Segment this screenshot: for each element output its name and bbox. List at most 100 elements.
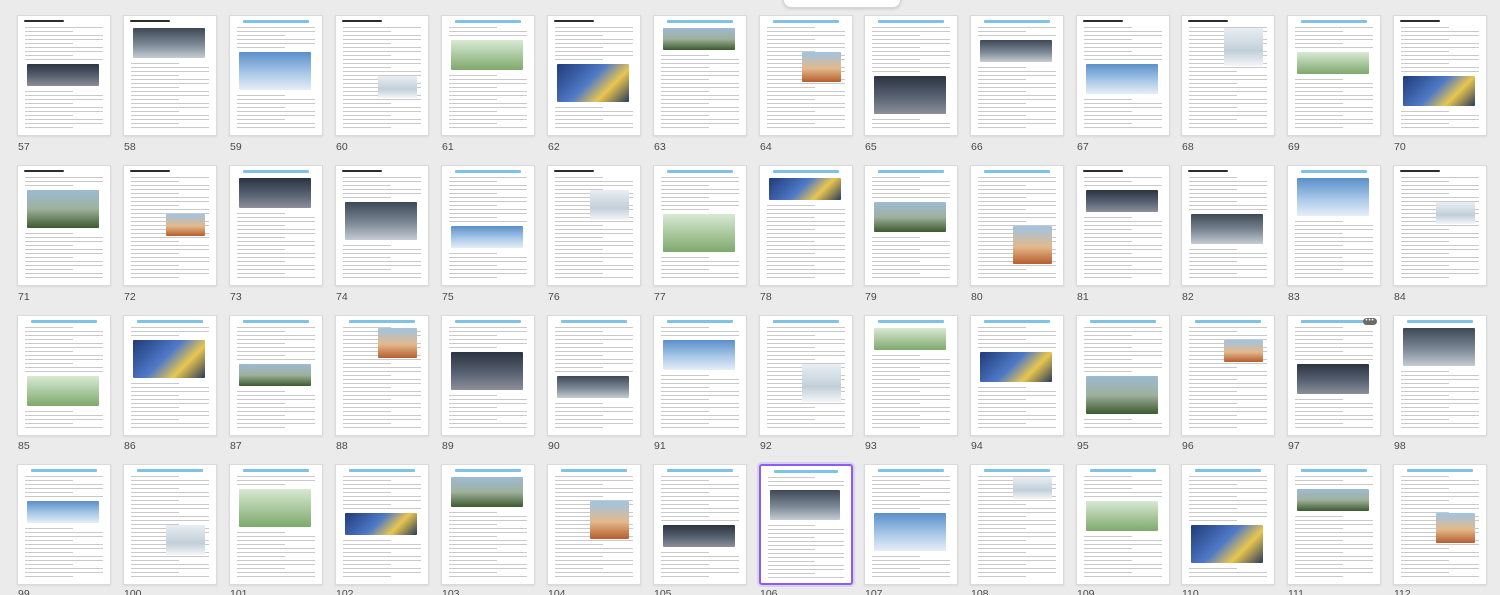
thumbnail-text-line: [978, 27, 1056, 28]
thumbnail-text-line: [1189, 67, 1267, 68]
thumbnail-heading: [454, 20, 522, 23]
page-thumbnail-67[interactable]: [1076, 15, 1170, 136]
page-thumbnail-110[interactable]: [1181, 464, 1275, 585]
page-thumbnail-92[interactable]: [759, 315, 853, 436]
page-thumbnail-72[interactable]: [123, 165, 217, 286]
thumbnail-text-line: [131, 423, 209, 424]
page-thumbnail-82[interactable]: [1181, 165, 1275, 286]
page-thumbnail-83[interactable]: [1287, 165, 1381, 286]
page-thumbnail-58[interactable]: [123, 15, 217, 136]
thumbnail-text-line: [872, 185, 950, 186]
thumbnail-text-line: [1084, 39, 1133, 40]
page-thumbnail-89[interactable]: [441, 315, 535, 436]
page-thumbnail-57[interactable]: [17, 15, 111, 136]
page-thumbnail-109[interactable]: [1076, 464, 1170, 585]
thumbnail-text-line: [872, 480, 950, 481]
page-thumbnail-100[interactable]: [123, 464, 217, 585]
thumbnail-text-line: [449, 221, 527, 222]
thumbnail-text-line: [1401, 277, 1450, 278]
page-thumbnail-70[interactable]: [1393, 15, 1487, 136]
page-thumbnail-69[interactable]: [1287, 15, 1381, 136]
page-thumbnail-63[interactable]: [653, 15, 747, 136]
page-thumbnail-71[interactable]: [17, 165, 111, 286]
page-thumbnail-101[interactable]: [229, 464, 323, 585]
page-thumbnail-97[interactable]: [1287, 315, 1381, 436]
page-thumbnail-104[interactable]: [547, 464, 641, 585]
thumbnail-text-line: [661, 127, 710, 128]
page-thumbnail-84[interactable]: [1393, 165, 1487, 286]
thumbnail-text-line: [1189, 419, 1267, 420]
thumbnail-text-line: [767, 43, 845, 44]
page-thumbnail-74[interactable]: [335, 165, 429, 286]
thumbnail-text-line: [768, 565, 844, 566]
thumbnail-text-line: [872, 391, 921, 392]
thumbnail-text-line: [1295, 265, 1373, 266]
page-thumbnail-99[interactable]: [17, 464, 111, 585]
page-thumbnail-68[interactable]: [1181, 15, 1275, 136]
thumbnail-text-line: [978, 387, 1027, 388]
thumbnail-image: [1013, 226, 1052, 264]
page-thumbnail-98[interactable]: [1393, 315, 1487, 436]
thumbnail-text-line: [1189, 512, 1267, 513]
thumbnail-text-line: [661, 399, 710, 400]
page-thumbnail-85[interactable]: [17, 315, 111, 436]
page-thumbnail-90[interactable]: [547, 315, 641, 436]
thumbnail-text-line: [872, 189, 921, 190]
page-thumbnail-102[interactable]: [335, 464, 429, 585]
page-thumbnail-65[interactable]: [864, 15, 958, 136]
page-thumbnail-64[interactable]: [759, 15, 853, 136]
thumbnail-heading: [983, 170, 1051, 173]
thumbnail-text-line: [767, 31, 845, 32]
thumbnail-text-line: [978, 71, 1056, 72]
thumbnail-text-line: [1295, 225, 1373, 226]
thumbnail-text-line: [1189, 209, 1267, 210]
page-thumbnail-91[interactable]: [653, 315, 747, 436]
floating-toolbar[interactable]: [783, 0, 901, 8]
thumbnail-text-line: [237, 257, 315, 258]
thumbnail-text-line: [25, 556, 103, 557]
page-thumbnail-88[interactable]: [335, 315, 429, 436]
thumbnail-text-line: [661, 111, 739, 112]
page-thumbnail-103[interactable]: [441, 464, 535, 585]
page-thumbnail-76[interactable]: [547, 165, 641, 286]
thumbnail-text-line: [1401, 383, 1450, 384]
page-thumbnail-59[interactable]: [229, 15, 323, 136]
page-thumbnail-60[interactable]: [335, 15, 429, 136]
page-thumbnail-108[interactable]: [970, 464, 1064, 585]
page-thumbnail-66[interactable]: [970, 15, 1064, 136]
page-thumbnail-94[interactable]: [970, 315, 1064, 436]
page-thumbnail-87[interactable]: [229, 315, 323, 436]
thumbnail-text-line: [237, 544, 286, 545]
page-thumbnail-62[interactable]: [547, 15, 641, 136]
page-number-label: 58: [124, 141, 136, 153]
page-thumbnail-105[interactable]: [653, 464, 747, 585]
page-thumbnail-112[interactable]: [1393, 464, 1487, 585]
thumbnail-text-line: [767, 205, 816, 206]
page-thumbnail-75[interactable]: [441, 165, 535, 286]
page-number-label: 63: [654, 141, 666, 153]
page-thumbnail-96[interactable]: [1181, 315, 1275, 436]
thumbnail-text-line: [1084, 43, 1162, 44]
page-thumbnail-93[interactable]: [864, 315, 958, 436]
page-thumbnail-81[interactable]: [1076, 165, 1170, 286]
page-thumbnail-78[interactable]: [759, 165, 853, 286]
page-thumbnail-111[interactable]: [1287, 464, 1381, 585]
thumbnail-text-line: [661, 411, 710, 412]
more-options-icon[interactable]: •••: [1363, 318, 1377, 325]
page-thumbnail-73[interactable]: [229, 165, 323, 286]
page-thumbnail-86[interactable]: [123, 315, 217, 436]
page-thumbnail-95[interactable]: [1076, 315, 1170, 436]
thumbnail-text-line: [343, 556, 421, 557]
thumbnail-text-line: [25, 123, 103, 124]
thumbnail-text-line: [555, 560, 633, 561]
page-thumbnail-80[interactable]: [970, 165, 1064, 286]
page-thumbnail-106[interactable]: [759, 464, 853, 585]
thumbnail-text-line: [237, 245, 315, 246]
page-thumbnail-79[interactable]: [864, 165, 958, 286]
thumbnail-text-line: [1189, 265, 1267, 266]
page-thumbnail-61[interactable]: [441, 15, 535, 136]
thumbnail-text-line: [1295, 427, 1373, 428]
page-thumbnail-77[interactable]: [653, 165, 747, 286]
thumbnail-text-line: [25, 39, 103, 40]
page-thumbnail-107[interactable]: [864, 464, 958, 585]
